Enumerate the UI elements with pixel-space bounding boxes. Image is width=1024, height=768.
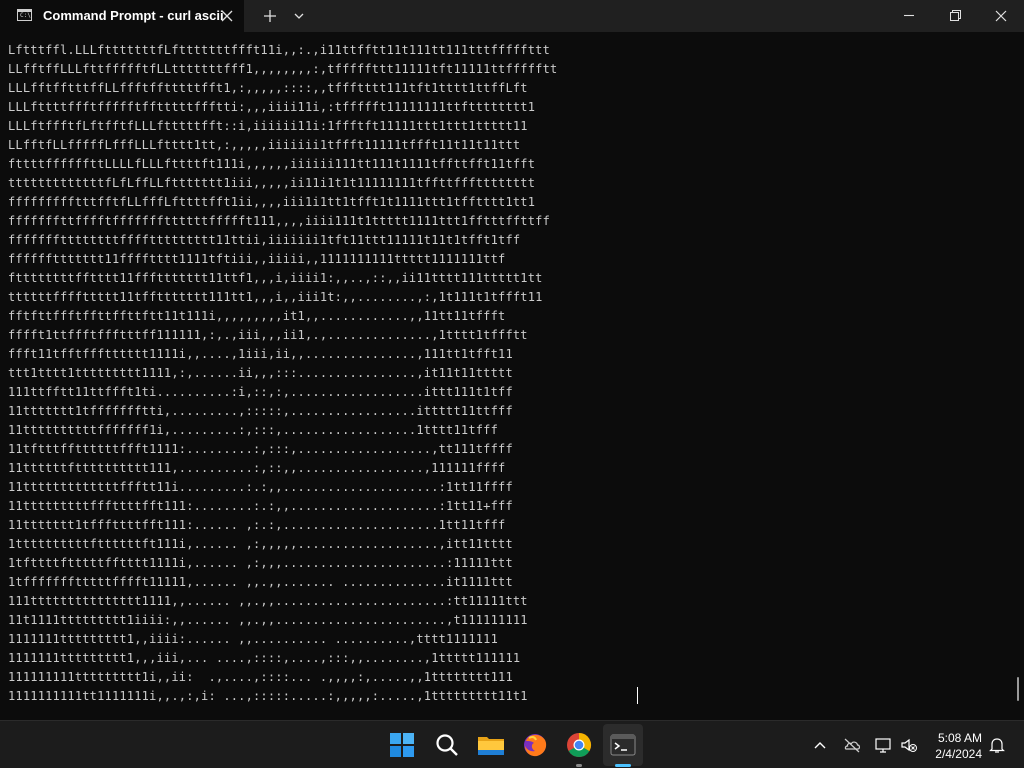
terminal-line: ffft11tfftffftttttt1111i,,....,1iii,ii,,…	[8, 347, 513, 361]
chrome-icon[interactable]	[562, 728, 596, 762]
terminal-line: 1111111111tt1111111i,,.,:,i: ...,:::::..…	[8, 689, 528, 703]
terminal-line: fffft1ttffftffftttff111111,:,.,iii,,,ii1…	[8, 328, 528, 342]
ascii-art-output: Lftttffl.LLLftttttttfLftttttttffft11i,,:…	[8, 41, 557, 706]
volume-muted-icon[interactable]	[899, 735, 919, 755]
terminal-line: fffffffttfffftfffffffttttttffffft111,,,,…	[8, 214, 550, 228]
firefox-icon[interactable]	[518, 728, 552, 762]
minimize-button[interactable]	[886, 0, 932, 32]
terminal-line: LLLfftfftttffLLffftfftttttfft1,:,,,,,:::…	[8, 81, 528, 95]
terminal-line: ffffffffftttfftfLLfffLfttttfft1ii,,,,iii…	[8, 195, 536, 209]
terminal-line: 111111111ttttttttt1i,,ii: .,....,::::...…	[8, 670, 513, 684]
clock-time: 5:08 AM	[937, 731, 982, 745]
terminal-line: 1111111ttttttttt1,,iiii:...... ,,.......…	[8, 632, 499, 646]
terminal-line: LLfftfLLfffffLfffLLLftttt1tt,:,,,,,iiiii…	[8, 138, 521, 152]
title-bar: C:\ Command Prompt - curl ascii	[0, 0, 1024, 32]
onedrive-icon[interactable]	[842, 735, 862, 755]
notification-icon[interactable]	[987, 735, 1007, 755]
terminal-active-indicator	[615, 764, 631, 767]
search-icon[interactable]	[430, 728, 464, 762]
new-tab-plus-icon[interactable]	[259, 5, 281, 27]
restore-button[interactable]	[932, 0, 978, 32]
taskbar: 5:08 AM 2/4/2024	[0, 720, 1024, 768]
terminal-line: Lftttffl.LLLftttttttfLftttttttffft11i,,:…	[8, 43, 550, 57]
terminal-line: 11tftttffttttttffft1111:.........:,:::,.…	[8, 442, 513, 456]
close-button[interactable]	[978, 0, 1024, 32]
terminal-area[interactable]: Lftttffl.LLLftttttttfLftttttttffft11i,,:…	[0, 32, 1024, 720]
terminal-line: 11tttttttttfffttttfft111:........:.:,,..…	[8, 499, 513, 513]
tab-title: Command Prompt - curl ascii	[43, 8, 224, 23]
chevron-up-icon[interactable]	[810, 735, 830, 755]
terminal-line: 1tfttttftttttfftttt1111i,...... ,:,,,...…	[8, 556, 513, 570]
terminal-line: LLLftffftfLftfftfLLLftttttfft::i,iiiiii1…	[8, 119, 528, 133]
terminal-icon[interactable]	[606, 728, 640, 762]
terminal-line: 11ttttttt1tfffttttfft111:...... ,:.:,...…	[8, 518, 506, 532]
file-explorer-icon[interactable]	[474, 728, 508, 762]
terminal-line: tttttttttttttfLfLffLLfttttttt1iii,,,,,ii…	[8, 176, 536, 190]
tab-dropdown-chevron-down-icon[interactable]	[289, 6, 309, 26]
terminal-line: 11tttttttttttttffftt11i.........:.:,,...…	[8, 480, 513, 494]
terminal-line: fffffffttttttttffffttttttttt11ttii,iiiii…	[8, 233, 521, 247]
terminal-line: LLfftffLLLfttffffftfLLtttttttfff1,,,,,,,…	[8, 62, 558, 76]
terminal-line: 11t1111ttttttttt1iiii:,,...... ,,.,,....…	[8, 613, 528, 627]
terminal-line: LLLfttttffftffffftfftttttffftti:,,,iiii1…	[8, 100, 536, 114]
chrome-running-indicator	[576, 764, 582, 767]
terminal-line: 1ttttttttttfttttttft111i,...... ,:,,,,,.…	[8, 537, 513, 551]
tab-close-icon[interactable]	[218, 7, 236, 25]
terminal-line: 1tffffffftttttfffft11111,...... ,,.,,...…	[8, 575, 513, 589]
text-cursor	[637, 687, 638, 704]
terminal-line: ttttttffffttttt11tffttttttt111tt1,,,i,,i…	[8, 290, 543, 304]
terminal-line: fftfttffftffttffttftt11t111i,,,,,,,,,it1…	[8, 309, 506, 323]
system-clock[interactable]: 5:08 AM 2/4/2024	[920, 730, 982, 762]
clock-date: 2/4/2024	[935, 747, 982, 761]
terminal-line: 111ttttttttttttttt1111,,...... ,,.,,....…	[8, 594, 528, 608]
terminal-line: ttt1tttt1ttttttttt1111,:,......ii,,,:::.…	[8, 366, 513, 380]
terminal-line: 11ttttttttttfffffff1i,.........:,:::,...…	[8, 423, 499, 437]
terminal-line: 11ttttttt1tffffffftti,.........,:::::,..…	[8, 404, 513, 418]
terminal-line: fttttffffffttLLLLfLLLfttttft111i,,,,,,ii…	[8, 157, 536, 171]
terminal-line: 11ttttttftttttttttt111,..........:,::,,.…	[8, 461, 506, 475]
terminal-line: ffffffttttttt11fffftttt1111tftiii,,iiiii…	[8, 252, 506, 266]
terminal-line: fttttttttfftttt11fffttttttt11ttf1,,,i,ii…	[8, 271, 543, 285]
command-prompt-icon: C:\	[17, 9, 32, 21]
terminal-line: 111ttfftt11ttffft1ti..........:i,::,:,..…	[8, 385, 513, 399]
network-icon[interactable]	[873, 735, 893, 755]
start-icon[interactable]	[385, 728, 419, 762]
scrollbar-thumb[interactable]	[1017, 677, 1019, 701]
tab-command-prompt[interactable]: C:\ Command Prompt - curl ascii	[0, 0, 244, 32]
terminal-line: 1111111ttttttttt1,,,iii,... ....,::::,..…	[8, 651, 521, 665]
